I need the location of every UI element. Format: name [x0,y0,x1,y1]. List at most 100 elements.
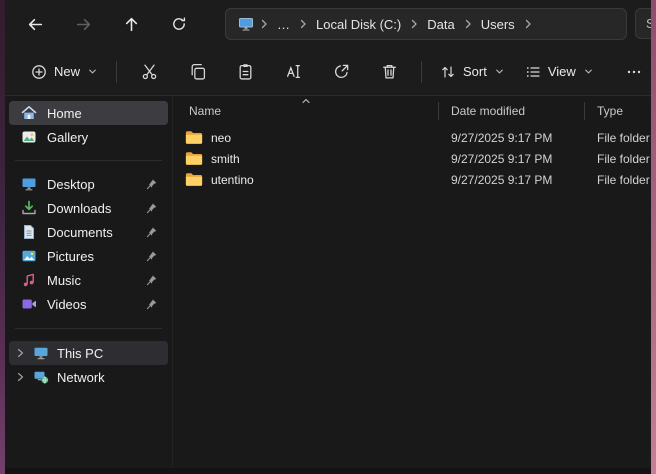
column-header-type[interactable]: Type [585,104,651,118]
back-icon [27,16,44,33]
content-area: Home Gallery Desktop [5,96,651,468]
sort-ascending-icon [301,97,311,105]
column-resize-handle[interactable] [584,102,585,120]
this-pc-icon [33,345,49,361]
view-button-label: View [548,64,576,79]
more-options-icon [626,64,642,80]
address-bar[interactable]: … Local Disk (C:) Data Users [225,8,627,40]
column-resize-handle[interactable] [438,102,439,120]
sidebar-item-label: Music [47,273,136,288]
toolbar-separator [116,61,117,83]
pin-icon [146,274,158,286]
sidebar-item-pictures[interactable]: Pictures [9,244,168,268]
sidebar-item-label: Documents [47,225,136,240]
pin-icon [146,298,158,310]
sidebar-item-gallery[interactable]: Gallery [9,125,168,149]
view-icon [525,64,541,80]
chevron-right-icon[interactable] [15,348,25,358]
new-button[interactable]: New [21,56,108,88]
this-pc-icon [232,16,258,32]
file-name: utentino [211,173,254,187]
copy-icon [189,63,206,80]
new-button-label: New [54,64,80,79]
up-button[interactable] [115,8,147,40]
sidebar-item-network[interactable]: Network [9,365,168,389]
sidebar-item-label: Network [57,370,160,385]
column-headers: Name Date modified Type [173,98,651,124]
sidebar-item-downloads[interactable]: Downloads [9,196,168,220]
folder-icon [185,151,203,166]
pin-icon [146,202,158,214]
up-icon [123,16,140,33]
sidebar-item-label: Desktop [47,177,136,192]
file-date-modified: 9/27/2025 9:17 PM [439,131,585,145]
chevron-down-icon [583,66,594,77]
chevron-right-icon[interactable] [15,372,25,382]
forward-button[interactable] [67,8,99,40]
sidebar-item-videos[interactable]: Videos [9,292,168,316]
desktop-icon [21,176,37,192]
sidebar-item-label: This PC [57,346,160,361]
cut-icon [141,63,158,80]
view-button[interactable]: View [515,56,604,88]
delete-button[interactable] [371,56,407,88]
sort-button-label: Sort [463,64,487,79]
sidebar-item-desktop[interactable]: Desktop [9,172,168,196]
pin-icon [146,250,158,262]
command-toolbar: New Sort View [5,48,651,96]
file-row-utentino[interactable]: utentino 9/27/2025 9:17 PM File folder [173,169,651,190]
file-row-smith[interactable]: smith 9/27/2025 9:17 PM File folder [173,148,651,169]
desktop-edge-bottom [5,468,651,474]
breadcrumb-chevron-icon [258,19,270,29]
rename-icon [285,63,302,80]
column-header-date-modified[interactable]: Date modified [439,104,585,118]
share-icon [333,63,350,80]
breadcrumb-segment-local-disk[interactable]: Local Disk (C:) [309,12,408,36]
breadcrumb-chevron-icon [408,19,420,29]
breadcrumb-ellipsis[interactable]: … [270,12,297,36]
sidebar-item-this-pc[interactable]: This PC [9,341,168,365]
sidebar-item-music[interactable]: Music [9,268,168,292]
folder-icon [185,172,203,187]
breadcrumb-chevron-icon [462,19,474,29]
sidebar-item-label: Downloads [47,201,136,216]
sort-icon [440,64,456,80]
new-plus-icon [31,64,47,80]
file-type: File folder [585,173,651,187]
column-header-name[interactable]: Name [173,104,439,118]
documents-icon [21,224,37,240]
file-name: smith [211,152,240,166]
refresh-icon [171,16,187,32]
sort-button[interactable]: Sort [430,56,515,88]
navigation-bar: … Local Disk (C:) Data Users Se [5,0,651,48]
file-row-neo[interactable]: neo 9/27/2025 9:17 PM File folder [173,127,651,148]
sidebar-item-home[interactable]: Home [9,101,168,125]
paste-button[interactable] [227,56,263,88]
file-list-pane: Name Date modified Type neo 9/27/2025 9:… [172,96,651,468]
share-button[interactable] [323,56,359,88]
copy-button[interactable] [179,56,215,88]
gallery-icon [21,129,37,145]
back-button[interactable] [19,8,51,40]
home-icon [21,105,37,121]
breadcrumb-segment-users[interactable]: Users [474,12,522,36]
pictures-icon [21,248,37,264]
file-name: neo [211,131,231,145]
downloads-icon [21,200,37,216]
navigation-pane: Home Gallery Desktop [5,96,172,468]
file-date-modified: 9/27/2025 9:17 PM [439,173,585,187]
breadcrumb-chevron-icon [522,19,534,29]
breadcrumb-segment-data[interactable]: Data [420,12,461,36]
file-type: File folder [585,152,651,166]
sidebar-item-documents[interactable]: Documents [9,220,168,244]
sidebar-divider [15,160,162,161]
more-options-button[interactable] [616,56,651,88]
cut-button[interactable] [131,56,167,88]
search-text: Se [646,16,651,31]
sidebar-item-label: Videos [47,297,136,312]
sidebar-item-label: Home [47,106,160,121]
search-input[interactable]: Se [635,8,651,39]
file-type: File folder [585,131,651,145]
rename-button[interactable] [275,56,311,88]
refresh-button[interactable] [163,8,195,40]
